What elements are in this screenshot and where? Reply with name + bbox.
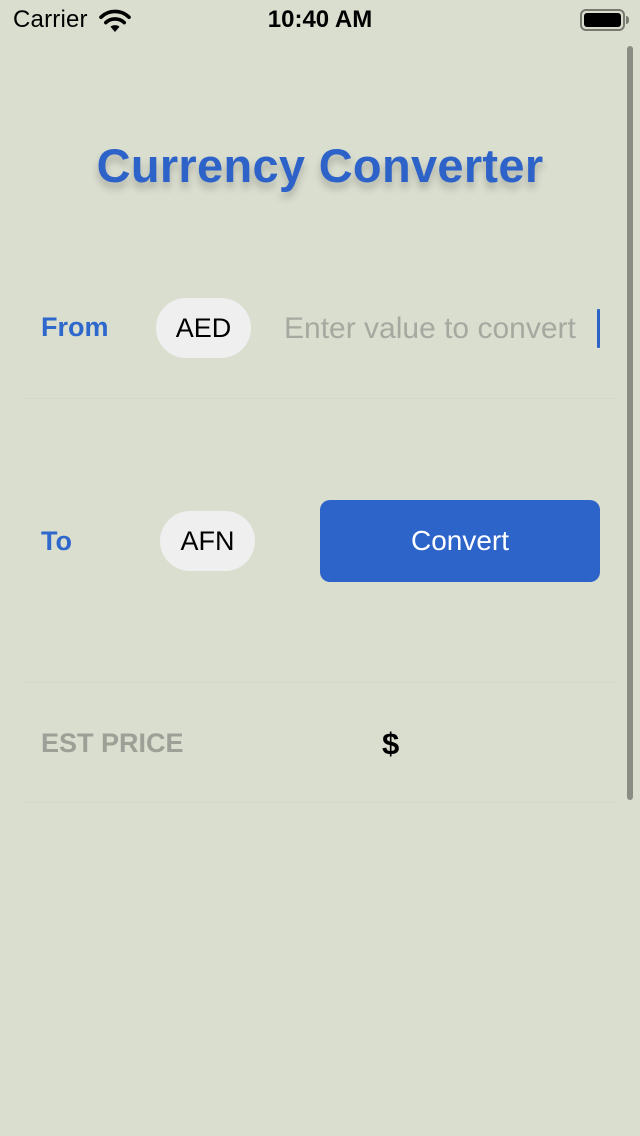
convert-button[interactable]: Convert [320,500,600,582]
to-label: To [41,526,72,556]
status-bar: Carrier 10:40 AM [0,0,640,40]
from-label: From [41,312,109,342]
to-currency-picker[interactable]: AFN [160,511,255,571]
status-time: 10:40 AM [267,6,373,33]
amount-input[interactable] [284,306,602,352]
currency-symbol: $ [382,726,400,761]
est-price-label: EST PRICE [41,728,184,758]
divider [22,682,618,683]
battery-icon [580,9,629,31]
divider [22,398,618,399]
from-currency-picker[interactable]: AED [156,298,251,358]
page-title: Currency Converter [96,139,544,192]
text-caret [597,309,600,348]
divider [22,802,618,803]
